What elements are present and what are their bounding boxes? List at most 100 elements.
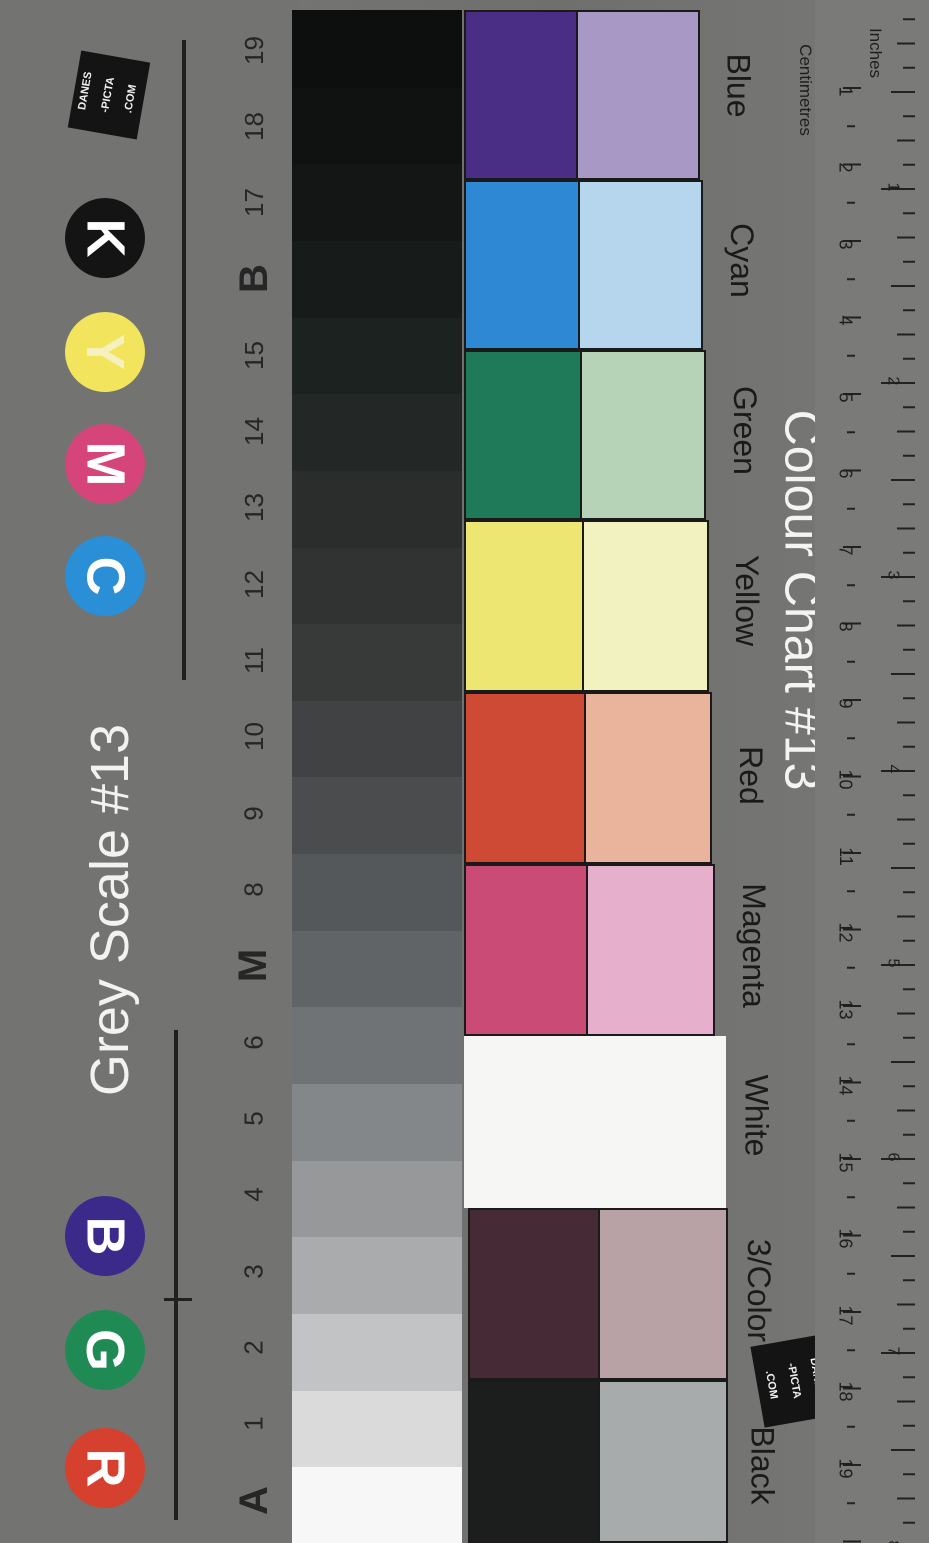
process-dot-letter: G	[74, 1328, 135, 1372]
process-dot-letter: B	[75, 1216, 135, 1256]
brand-logo-top: DANES -PICTA .COM	[67, 50, 151, 140]
colour-label: Magenta	[735, 882, 772, 1008]
cm-number: 7	[835, 544, 856, 556]
cm-number: 17	[835, 1304, 856, 1326]
cm-number: 12	[835, 922, 856, 943]
cm-number: 13	[835, 998, 856, 1020]
scale-label: 1	[238, 1416, 269, 1431]
scale-label: 17	[238, 188, 269, 218]
divider-tick	[164, 1298, 192, 1301]
colour-patch-tint	[584, 692, 712, 864]
colour-label: Blue	[720, 52, 757, 118]
colour-patch-tint	[578, 180, 703, 350]
scale-label: 15	[238, 340, 269, 370]
inch-number: 7	[884, 1346, 901, 1356]
cm-number: 1	[835, 85, 856, 97]
grey-patch	[292, 239, 462, 318]
cm-number: 9	[835, 697, 856, 709]
grey-patch	[292, 163, 462, 241]
cm-number: 18	[835, 1381, 856, 1402]
grey-patch	[292, 1389, 462, 1468]
scale-label: 12	[238, 569, 269, 599]
grey-patch	[292, 776, 462, 855]
grey-scale-panel	[0, 0, 300, 1543]
grey-patch	[292, 1236, 462, 1315]
grey-scale-title: Grey Scale #13	[75, 700, 145, 1120]
cm-number: 4	[835, 315, 856, 326]
ruler-cm-label: Centimetres	[796, 44, 816, 136]
process-dot-r: R	[65, 1428, 145, 1508]
scale-label: B	[231, 264, 276, 294]
grey-patch	[292, 546, 462, 625]
grey-patch	[292, 393, 462, 471]
colour-patch-tint	[598, 1380, 728, 1543]
cm-number: 5	[835, 391, 856, 403]
process-dot-k: K	[65, 198, 145, 278]
colour-patch-saturated	[464, 864, 588, 1036]
grey-patch	[292, 86, 462, 165]
process-dot-b: B	[65, 1196, 145, 1276]
process-dot-letter: K	[75, 218, 135, 258]
grey-patch	[292, 699, 462, 778]
cm-number: 10	[835, 769, 856, 790]
grey-patch	[292, 469, 462, 548]
cm-number: 11	[835, 846, 856, 866]
colour-patch-tint	[576, 10, 700, 180]
inch-number: 5	[884, 958, 901, 968]
cm-number: 6	[835, 468, 856, 479]
colour-patch-saturated	[464, 180, 580, 350]
grey-patch	[292, 1083, 462, 1161]
process-dot-g: G	[65, 1310, 145, 1390]
colour-patch-tint	[586, 864, 715, 1036]
scale-label: 14	[238, 417, 269, 447]
inch-number: 4	[884, 764, 901, 774]
process-dot-letter: C	[75, 556, 135, 596]
process-dot-letter: R	[75, 1448, 135, 1488]
scale-label: 11	[238, 647, 269, 675]
scale-label: 13	[238, 493, 269, 523]
scale-label: 19	[238, 35, 269, 65]
cm-number: 16	[835, 1228, 856, 1249]
cm-number: 15	[835, 1151, 856, 1173]
inch-number: 6	[884, 1152, 901, 1162]
colour-label: White	[738, 1074, 775, 1156]
colour-label: Cyan	[723, 222, 760, 298]
scale-label: 9	[238, 805, 269, 821]
scale-label: 10	[238, 722, 269, 752]
colour-calibration-card: DANES -PICTA .COM R G B C M Y K Grey Scale #13…	[0, 0, 929, 1543]
grey-patch	[292, 1006, 462, 1085]
scale-label: 2	[238, 1340, 269, 1355]
grey-patch	[292, 1159, 462, 1238]
inch-number: 8	[880, 1533, 904, 1543]
colour-patch-saturated	[468, 1208, 600, 1380]
grey-patch	[292, 853, 462, 931]
cm-number: 14	[835, 1075, 856, 1096]
process-dot-y: Y	[65, 312, 145, 392]
colour-patch-white	[464, 1036, 726, 1208]
process-dot-letter: Y	[75, 333, 135, 371]
scale-label: 18	[238, 111, 269, 141]
scale-label: 6	[238, 1034, 269, 1050]
scale-label: 8	[238, 882, 269, 897]
grey-scale-strip	[292, 10, 462, 1543]
cm-number: 2	[835, 162, 856, 173]
cm-number: 3	[835, 238, 856, 250]
colour-patch-tint	[580, 350, 706, 520]
inch-number: 3	[884, 570, 901, 580]
divider-line-lower	[174, 1030, 178, 1520]
brand-text: DANES -PICTA .COM	[76, 70, 140, 115]
grey-patch	[292, 1313, 462, 1391]
colour-patch-tint	[582, 520, 709, 692]
process-dot-letter: M	[74, 441, 135, 487]
inch-number: 1	[884, 182, 901, 192]
cm-number: 19	[835, 1457, 856, 1479]
scale-label: 4	[238, 1187, 269, 1202]
grey-patch	[292, 929, 462, 1008]
ruler-inches-label: Inches	[866, 27, 885, 79]
scale-label: M	[231, 949, 276, 983]
scale-label: A	[231, 1485, 276, 1515]
process-dot-c: C	[65, 536, 145, 616]
grey-patch	[292, 623, 462, 701]
colour-patch-saturated	[464, 692, 586, 864]
divider-line-upper	[182, 40, 186, 680]
